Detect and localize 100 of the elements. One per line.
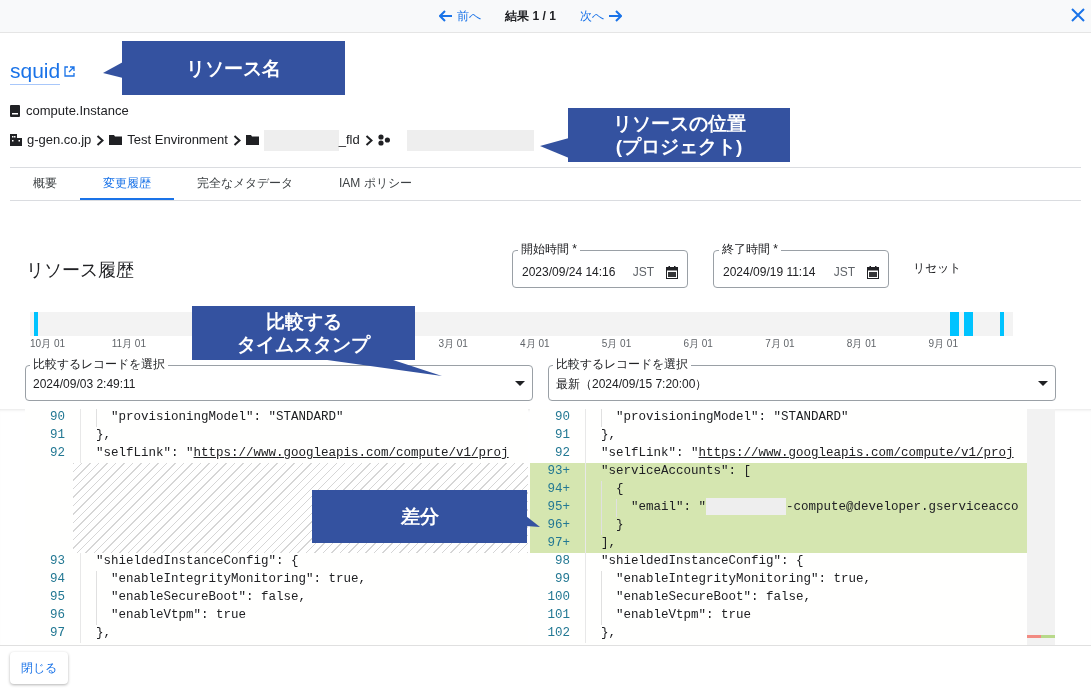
breadcrumb-link[interactable]: _fld [338,130,360,150]
callout-text: リソース名 [186,56,281,80]
dropdown-caret-icon [515,380,525,386]
section-title: リソース履歴 [26,258,135,282]
line-number: 91 [555,427,570,445]
line-number: 97 [50,625,65,643]
code-line: }, [601,427,616,445]
arrow-right-icon [607,10,622,22]
code-line: "provisioningModel": "STANDARD" [616,409,849,427]
axis-label: 7月 01 [765,337,795,349]
code-line: "enableIntegrityMonitoring": true, [111,571,367,589]
axis-label: 9月 01 [928,337,958,349]
line-number: 92 [50,445,65,463]
resource-type: compute.Instance [26,102,129,120]
field-label: 開始時間 * [518,241,580,257]
axis-label: 3月 01 [438,337,468,349]
code-line: "serviceAccounts": [ [601,463,752,481]
line-number: 93+ [547,463,570,481]
line-number: 96 [50,607,65,625]
breadcrumb-link[interactable]: g-gen.co.jp [27,130,92,150]
code-line: "selfLink": "https://www.googleapis.com/compute/v1/proj [601,445,1014,463]
chevron-right-icon [364,134,373,146]
calendar-icon [867,265,879,279]
line-number: 98 [555,553,570,571]
line-number: 100 [547,589,570,607]
code-line: ], [601,535,616,553]
line-number: 101 [547,607,570,625]
line-number: 91 [50,427,65,445]
date-value: 2023/09/24 14:16 [522,264,616,281]
chevron-right-icon [232,134,241,146]
resource-name-link[interactable]: squid [10,58,61,85]
select-value: 2024/09/03 2:49:11 [33,376,136,393]
callout-text: (プロジェクト) [615,135,743,158]
timezone-label: JST [833,264,855,281]
line-number: 99 [555,571,570,589]
date-value: 2024/09/19 11:14 [723,264,816,281]
field-label: 終了時間 * [719,241,781,257]
external-link-icon [64,66,76,77]
code-line: "enableSecureBoot": false, [111,589,307,607]
arrow-left-icon [439,10,454,22]
axis-label: 5月 01 [601,337,632,349]
building-icon [10,134,22,146]
code-line: "provisioningModel": "STANDARD" [111,409,344,427]
field-label: 比較するレコードを選択 [553,356,691,372]
code-line: { [616,481,624,499]
reset-button[interactable]: リセット [913,258,961,277]
folder-icon [109,135,123,145]
tab[interactable]: 完全なメタデータ [174,167,316,200]
code-line: }, [96,427,111,445]
timeline-marker[interactable] [34,311,38,336]
code-line: }, [96,625,111,643]
code-line: "shieldedInstanceConfig": { [601,553,804,571]
callout-text: タイムスタンプ [237,333,370,356]
line-number: 92 [555,445,570,463]
callout-text: 差分 [400,505,439,528]
line-number: 102 [547,625,570,643]
previous-link[interactable]: 前へ [439,7,482,25]
calendar-icon [666,265,678,279]
axis-label: 8月 01 [846,337,877,349]
callout-text: 比較する [265,310,342,333]
line-number: 94+ [547,481,570,499]
line-number: 95 [50,589,65,607]
project-icon [377,134,390,146]
line-number: 96+ [547,517,570,535]
breadcrumb-link[interactable]: Test Environment [127,130,228,150]
select-value: 最新（2024/09/15 7:20:00） [556,376,708,393]
close-button[interactable]: 閉じる [10,652,68,684]
tab[interactable]: IAM ポリシー [316,167,435,200]
code-line: } [616,517,624,535]
next-link[interactable]: 次へ [579,7,622,25]
line-number: 97+ [547,535,570,553]
axis-label: 11月 01 [111,337,146,349]
line-number: 93 [50,553,65,571]
tab[interactable]: 変更履歴 [80,167,174,200]
close-icon[interactable] [1071,8,1085,22]
document-icon [10,104,20,117]
code-line: "enableVtpm": true [616,607,752,625]
chevron-right-icon [96,134,105,146]
tab[interactable]: 概要 [10,167,80,200]
timeline-marker[interactable] [1000,311,1004,336]
folder-icon [245,135,259,145]
result-count: 結果 1 / 1 [505,8,556,25]
axis-label: 6月 01 [683,337,713,349]
line-number: 95+ [547,499,570,517]
axis-label: 4月 01 [520,337,550,349]
line-number: 90 [50,409,65,427]
code-line: "selfLink": "https://www.googleapis.com/compute/v1/proj [96,445,509,463]
field-label: 比較するレコードを選択 [30,356,168,372]
dropdown-caret-icon [1038,380,1048,386]
code-line: "enableIntegrityMonitoring": true, [616,571,872,589]
code-line: "enableVtpm": true [111,607,247,625]
timeline-marker[interactable] [950,311,959,336]
code-line: "email": " -compute@developer.gserviceacco [631,498,1019,517]
callout-text: リソースの位置 [612,112,746,135]
timezone-label: JST [632,264,654,281]
code-line: "enableSecureBoot": false, [616,589,812,607]
code-line: }, [601,625,616,643]
axis-label: 10月 01 [30,337,66,349]
code-line: "shieldedInstanceConfig": { [96,553,299,571]
timeline-marker[interactable] [964,311,973,336]
